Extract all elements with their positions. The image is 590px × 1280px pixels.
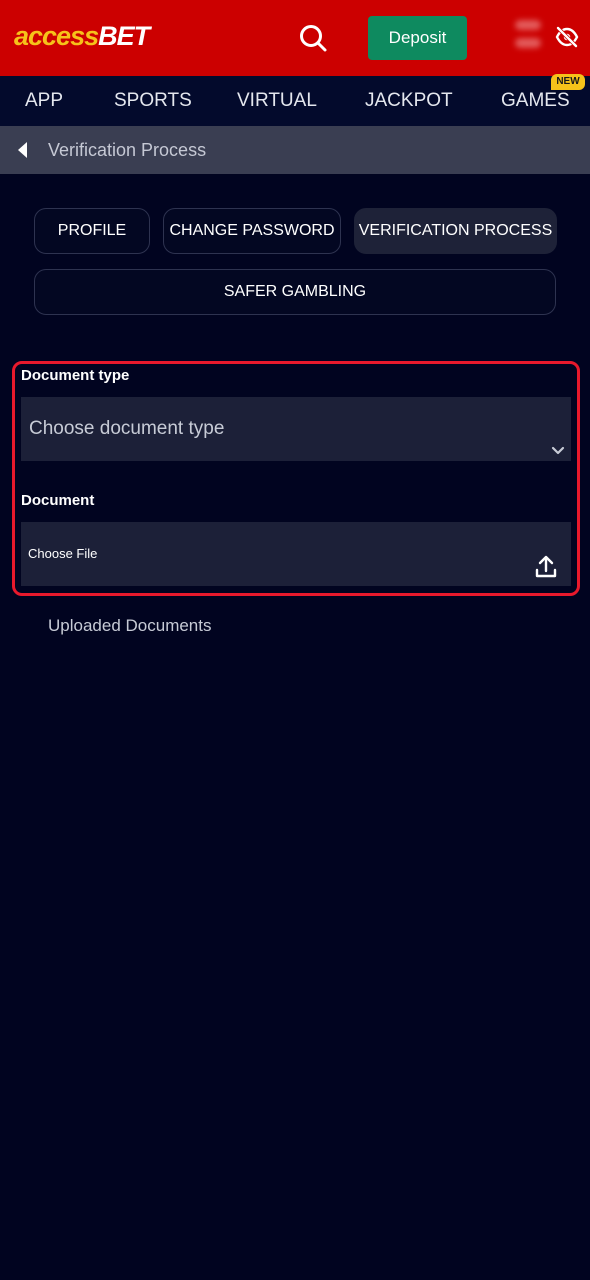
accessbet-logo[interactable]: accessBET bbox=[14, 21, 150, 51]
chevron-down-icon bbox=[551, 421, 565, 455]
top-header: accessBET Deposit bbox=[0, 0, 590, 76]
document-label: Document bbox=[21, 492, 95, 509]
eye-off-icon[interactable] bbox=[555, 26, 579, 48]
page-title: Verification Process bbox=[48, 140, 207, 160]
new-badge: NEW bbox=[551, 74, 585, 90]
logo-bet-text: BET bbox=[98, 21, 150, 51]
document-type-label: Document type bbox=[21, 367, 130, 384]
upload-icon[interactable] bbox=[535, 543, 557, 578]
main-nav: APP SPORTS VIRTUAL JACKPOT GAMES bbox=[0, 76, 590, 126]
tab-safer-gambling[interactable]: SAFER GAMBLING bbox=[34, 269, 556, 315]
tab-change-password[interactable]: CHANGE PASSWORD bbox=[163, 208, 341, 254]
uploaded-documents-heading: Uploaded Documents bbox=[48, 616, 212, 635]
hidden-balance bbox=[515, 20, 545, 56]
document-file-input[interactable]: Choose File bbox=[21, 522, 571, 586]
search-icon[interactable] bbox=[298, 23, 328, 53]
nav-item-app[interactable]: APP bbox=[25, 90, 63, 112]
logo-access-text: access bbox=[14, 21, 99, 51]
tab-verification-process[interactable]: VERIFICATION PROCESS bbox=[354, 208, 557, 254]
nav-item-games[interactable]: GAMES bbox=[501, 90, 570, 112]
document-type-select[interactable]: Choose document type bbox=[21, 397, 571, 461]
choose-file-label: Choose File bbox=[28, 546, 98, 561]
tab-profile[interactable]: PROFILE bbox=[34, 208, 150, 254]
document-type-placeholder: Choose document type bbox=[29, 418, 225, 439]
nav-item-sports[interactable]: SPORTS bbox=[114, 90, 192, 112]
back-arrow-icon[interactable] bbox=[16, 140, 30, 160]
deposit-button[interactable]: Deposit bbox=[368, 16, 467, 60]
breadcrumb: Verification Process bbox=[0, 126, 590, 174]
nav-item-jackpot[interactable]: JACKPOT bbox=[365, 90, 453, 112]
nav-item-virtual[interactable]: VIRTUAL bbox=[237, 90, 317, 112]
